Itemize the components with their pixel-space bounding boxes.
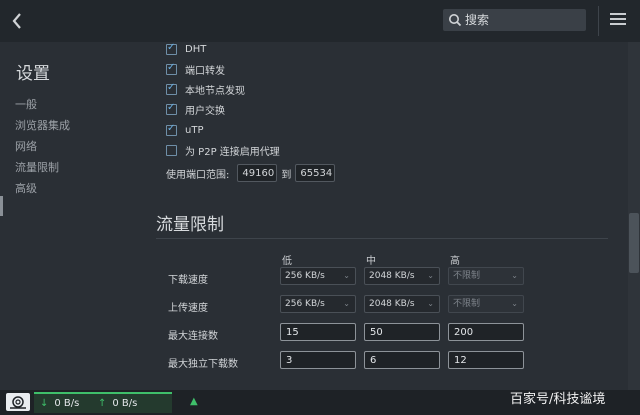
settings-content: DHT 端口转发 本地节点发现 用户交换 uTP 为 P2P 连接启用代理 使用… bbox=[150, 42, 628, 390]
sidebar-item-traffic-limits[interactable]: 流量限制 bbox=[15, 159, 59, 175]
page-title: 设置 bbox=[16, 64, 50, 84]
checkbox[interactable] bbox=[166, 102, 177, 115]
column-header-high: 高 bbox=[450, 256, 460, 267]
port-to-label: 到 bbox=[281, 169, 292, 181]
row-label-download-speed: 下载速度 bbox=[168, 275, 208, 286]
row-label-max-connections: 最大连接数 bbox=[168, 331, 218, 342]
download-speed-low-select[interactable]: 256 KB/s ⌄ bbox=[280, 267, 356, 285]
app-logo-icon[interactable] bbox=[6, 393, 30, 411]
search-input[interactable] bbox=[465, 9, 583, 31]
checkbox-p2p-proxy[interactable]: 为 P2P 连接启用代理 bbox=[166, 142, 280, 158]
select-value: 256 KB/s bbox=[285, 299, 325, 309]
download-speed: ↓ 0 B/s bbox=[40, 398, 80, 409]
arrow-down-icon: ↓ bbox=[40, 398, 49, 409]
select-value: 不限制 bbox=[453, 299, 481, 309]
max-connections-medium-input[interactable] bbox=[364, 323, 440, 341]
chevron-down-icon: ⌄ bbox=[511, 271, 518, 280]
sidebar-item-general[interactable]: 一般 bbox=[15, 96, 37, 112]
sidebar-item-browser-integration[interactable]: 浏览器集成 bbox=[15, 117, 70, 133]
chevron-up-icon[interactable]: ▲ bbox=[190, 396, 198, 407]
back-button[interactable] bbox=[6, 8, 30, 34]
toolbar-divider bbox=[598, 6, 599, 36]
checkbox-label: 为 P2P 连接启用代理 bbox=[185, 146, 280, 158]
chevron-left-icon bbox=[12, 13, 21, 29]
checkbox-label: 本地节点发现 bbox=[185, 85, 245, 97]
section-title-traffic-limits: 流量限制 bbox=[156, 215, 224, 235]
column-header-low: 低 bbox=[282, 256, 292, 267]
upload-speed-low-select[interactable]: 256 KB/s ⌄ bbox=[280, 295, 356, 313]
upload-speed: ↑ 0 B/s bbox=[98, 398, 138, 409]
download-speed-medium-select[interactable]: 2048 KB/s ⌄ bbox=[364, 267, 440, 285]
section-divider bbox=[156, 238, 608, 239]
checkbox[interactable] bbox=[166, 62, 177, 75]
port-range-row: 使用端口范围: 到 bbox=[166, 164, 339, 182]
max-connections-high-input[interactable] bbox=[448, 323, 524, 341]
max-downloads-medium-input[interactable] bbox=[364, 351, 440, 369]
sidebar-item-network[interactable]: 网络 bbox=[15, 138, 37, 154]
checkbox-label: 用户交换 bbox=[185, 105, 225, 117]
checkbox[interactable] bbox=[166, 144, 177, 156]
chevron-down-icon: ⌄ bbox=[343, 271, 350, 280]
checkbox-label: DHT bbox=[185, 43, 207, 55]
chevron-down-icon: ⌄ bbox=[343, 299, 350, 308]
port-range-label: 使用端口范围: bbox=[166, 169, 230, 181]
search-icon bbox=[449, 14, 462, 27]
select-value: 2048 KB/s bbox=[369, 299, 415, 309]
port-from-input[interactable] bbox=[237, 164, 278, 182]
snail-icon bbox=[10, 396, 26, 409]
arrow-up-icon: ↑ bbox=[98, 398, 107, 409]
hamburger-menu-icon[interactable] bbox=[610, 10, 628, 30]
checkbox-peer-exchange[interactable]: 用户交换 bbox=[166, 101, 225, 117]
row-label-max-downloads: 最大独立下载数 bbox=[168, 359, 238, 370]
search-box[interactable] bbox=[443, 9, 586, 31]
watermark: 百家号/科技谧境 bbox=[510, 392, 606, 407]
max-connections-low-input[interactable] bbox=[280, 323, 356, 341]
top-bar bbox=[0, 0, 640, 42]
checkbox-utp[interactable]: uTP bbox=[166, 122, 203, 138]
checkbox-port-forwarding[interactable]: 端口转发 bbox=[166, 61, 225, 77]
sidebar-item-advanced[interactable]: 高级 bbox=[15, 180, 37, 196]
checkbox-label: uTP bbox=[185, 124, 204, 136]
settings-sidebar: 设置 一般 浏览器集成 网络 流量限制 高级 bbox=[0, 42, 140, 390]
download-speed-high-select[interactable]: 不限制 ⌄ bbox=[448, 267, 524, 285]
column-header-medium: 中 bbox=[366, 256, 376, 267]
upload-speed-high-select[interactable]: 不限制 ⌄ bbox=[448, 295, 524, 313]
checkbox[interactable] bbox=[166, 123, 177, 136]
max-downloads-low-input[interactable] bbox=[280, 351, 356, 369]
checkbox-label: 端口转发 bbox=[185, 65, 225, 77]
chevron-down-icon: ⌄ bbox=[511, 299, 518, 308]
sidebar-active-indicator bbox=[0, 196, 3, 216]
select-value: 不限制 bbox=[453, 271, 481, 281]
chevron-down-icon: ⌄ bbox=[427, 271, 434, 280]
checkbox[interactable] bbox=[166, 82, 177, 95]
checkbox-local-peer-discovery[interactable]: 本地节点发现 bbox=[166, 81, 245, 97]
chevron-down-icon: ⌄ bbox=[427, 299, 434, 308]
scrollbar-thumb[interactable] bbox=[629, 213, 639, 273]
max-downloads-high-input[interactable] bbox=[448, 351, 524, 369]
select-value: 2048 KB/s bbox=[369, 271, 415, 281]
checkbox-dht[interactable]: DHT bbox=[166, 41, 206, 57]
port-to-input[interactable] bbox=[295, 164, 336, 182]
select-value: 256 KB/s bbox=[285, 271, 325, 281]
row-label-upload-speed: 上传速度 bbox=[168, 303, 208, 314]
upload-speed-medium-select[interactable]: 2048 KB/s ⌄ bbox=[364, 295, 440, 313]
speed-indicator[interactable]: ↓ 0 B/s ↑ 0 B/s ▲ bbox=[34, 392, 198, 413]
checkbox[interactable] bbox=[166, 42, 177, 55]
